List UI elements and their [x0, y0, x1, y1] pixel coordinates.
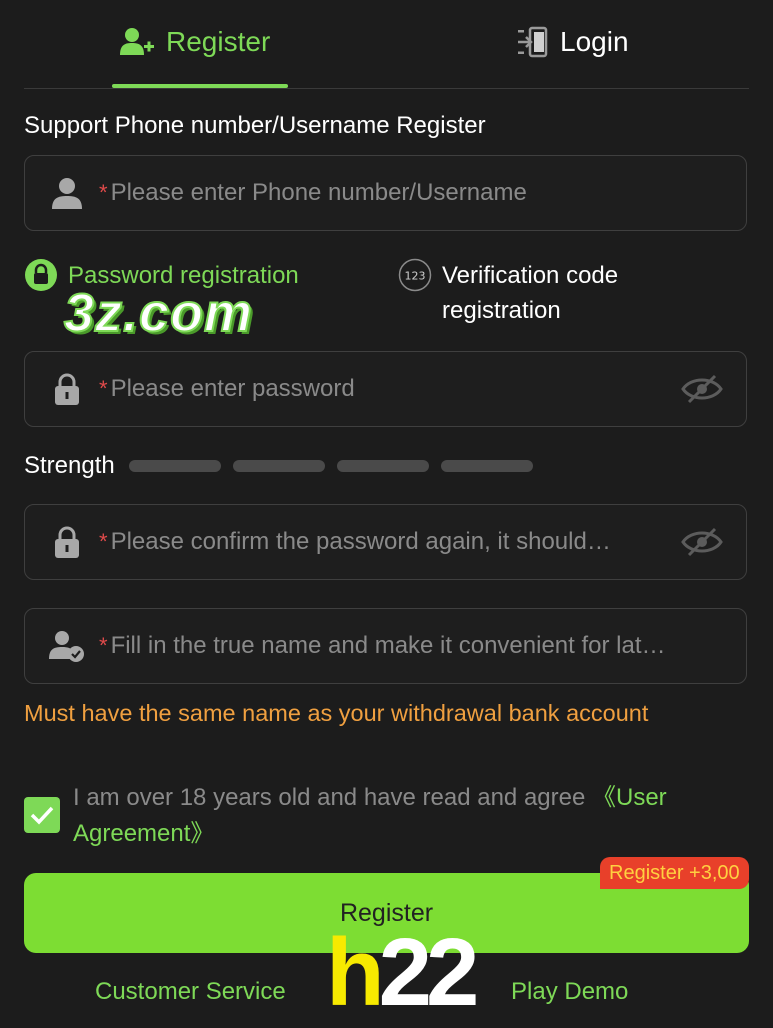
confirm-password-input[interactable] [110, 528, 670, 556]
login-door-icon [516, 26, 548, 58]
logo-number: 22 [378, 919, 480, 1026]
lock-icon [47, 372, 87, 406]
strength-meter [128, 460, 545, 472]
real-name-input[interactable] [110, 632, 746, 660]
username-field[interactable]: * [24, 155, 747, 231]
agreement-checkbox[interactable] [24, 797, 60, 833]
strength-bar [128, 460, 221, 472]
customer-service-link[interactable]: Customer Service [95, 978, 286, 1006]
active-tab-indicator [112, 84, 288, 88]
required-mark: * [99, 180, 108, 205]
user-icon [47, 176, 87, 210]
strength-label: Strength [24, 452, 115, 479]
section-label: Support Phone number/Username Register [24, 112, 486, 139]
lock-circle-icon [24, 258, 58, 292]
mode-verification-label: Verification code registration [442, 262, 619, 324]
register-bonus-badge: Register +3,00 [600, 857, 749, 889]
tab-login[interactable]: Login [516, 18, 629, 66]
lock-icon [47, 525, 87, 559]
real-name-field[interactable]: * [24, 608, 747, 684]
required-mark: * [99, 633, 108, 658]
password-input[interactable] [110, 375, 670, 403]
number-code-icon: 123 [398, 258, 432, 292]
strength-bar [232, 460, 325, 472]
strength-bar [336, 460, 429, 472]
auth-tabs: Register Login [24, 0, 749, 89]
username-input[interactable] [110, 179, 746, 207]
required-mark: * [99, 376, 108, 401]
mode-verification-registration[interactable]: 123 Verification code registration [398, 258, 698, 328]
number-code-badge-text: 123 [405, 270, 426, 283]
eye-off-icon[interactable] [680, 374, 724, 404]
required-mark: * [99, 529, 108, 554]
password-field[interactable]: * [24, 351, 747, 427]
checkmark-icon [30, 806, 54, 825]
tab-register-label: Register [166, 26, 271, 57]
bank-name-warning: Must have the same name as your withdraw… [24, 700, 649, 726]
user-verified-icon [47, 629, 87, 663]
agreement-row: I am over 18 years old and have read and… [24, 780, 749, 852]
confirm-password-field[interactable]: * [24, 504, 747, 580]
play-demo-link[interactable]: Play Demo [511, 978, 628, 1006]
agreement-statement: I am over 18 years old and have read and… [73, 784, 592, 811]
tab-login-label: Login [560, 26, 629, 57]
watermark-3z: 3z.com [63, 282, 254, 344]
agreement-text: I am over 18 years old and have read and… [73, 780, 749, 852]
h22-logo: h22 [326, 918, 480, 1028]
tab-register[interactable]: Register [120, 18, 270, 66]
add-user-icon [120, 27, 154, 57]
logo-h: h [326, 919, 385, 1026]
strength-bar [440, 460, 533, 472]
eye-off-icon[interactable] [680, 527, 724, 557]
password-strength: Strength [24, 452, 545, 480]
